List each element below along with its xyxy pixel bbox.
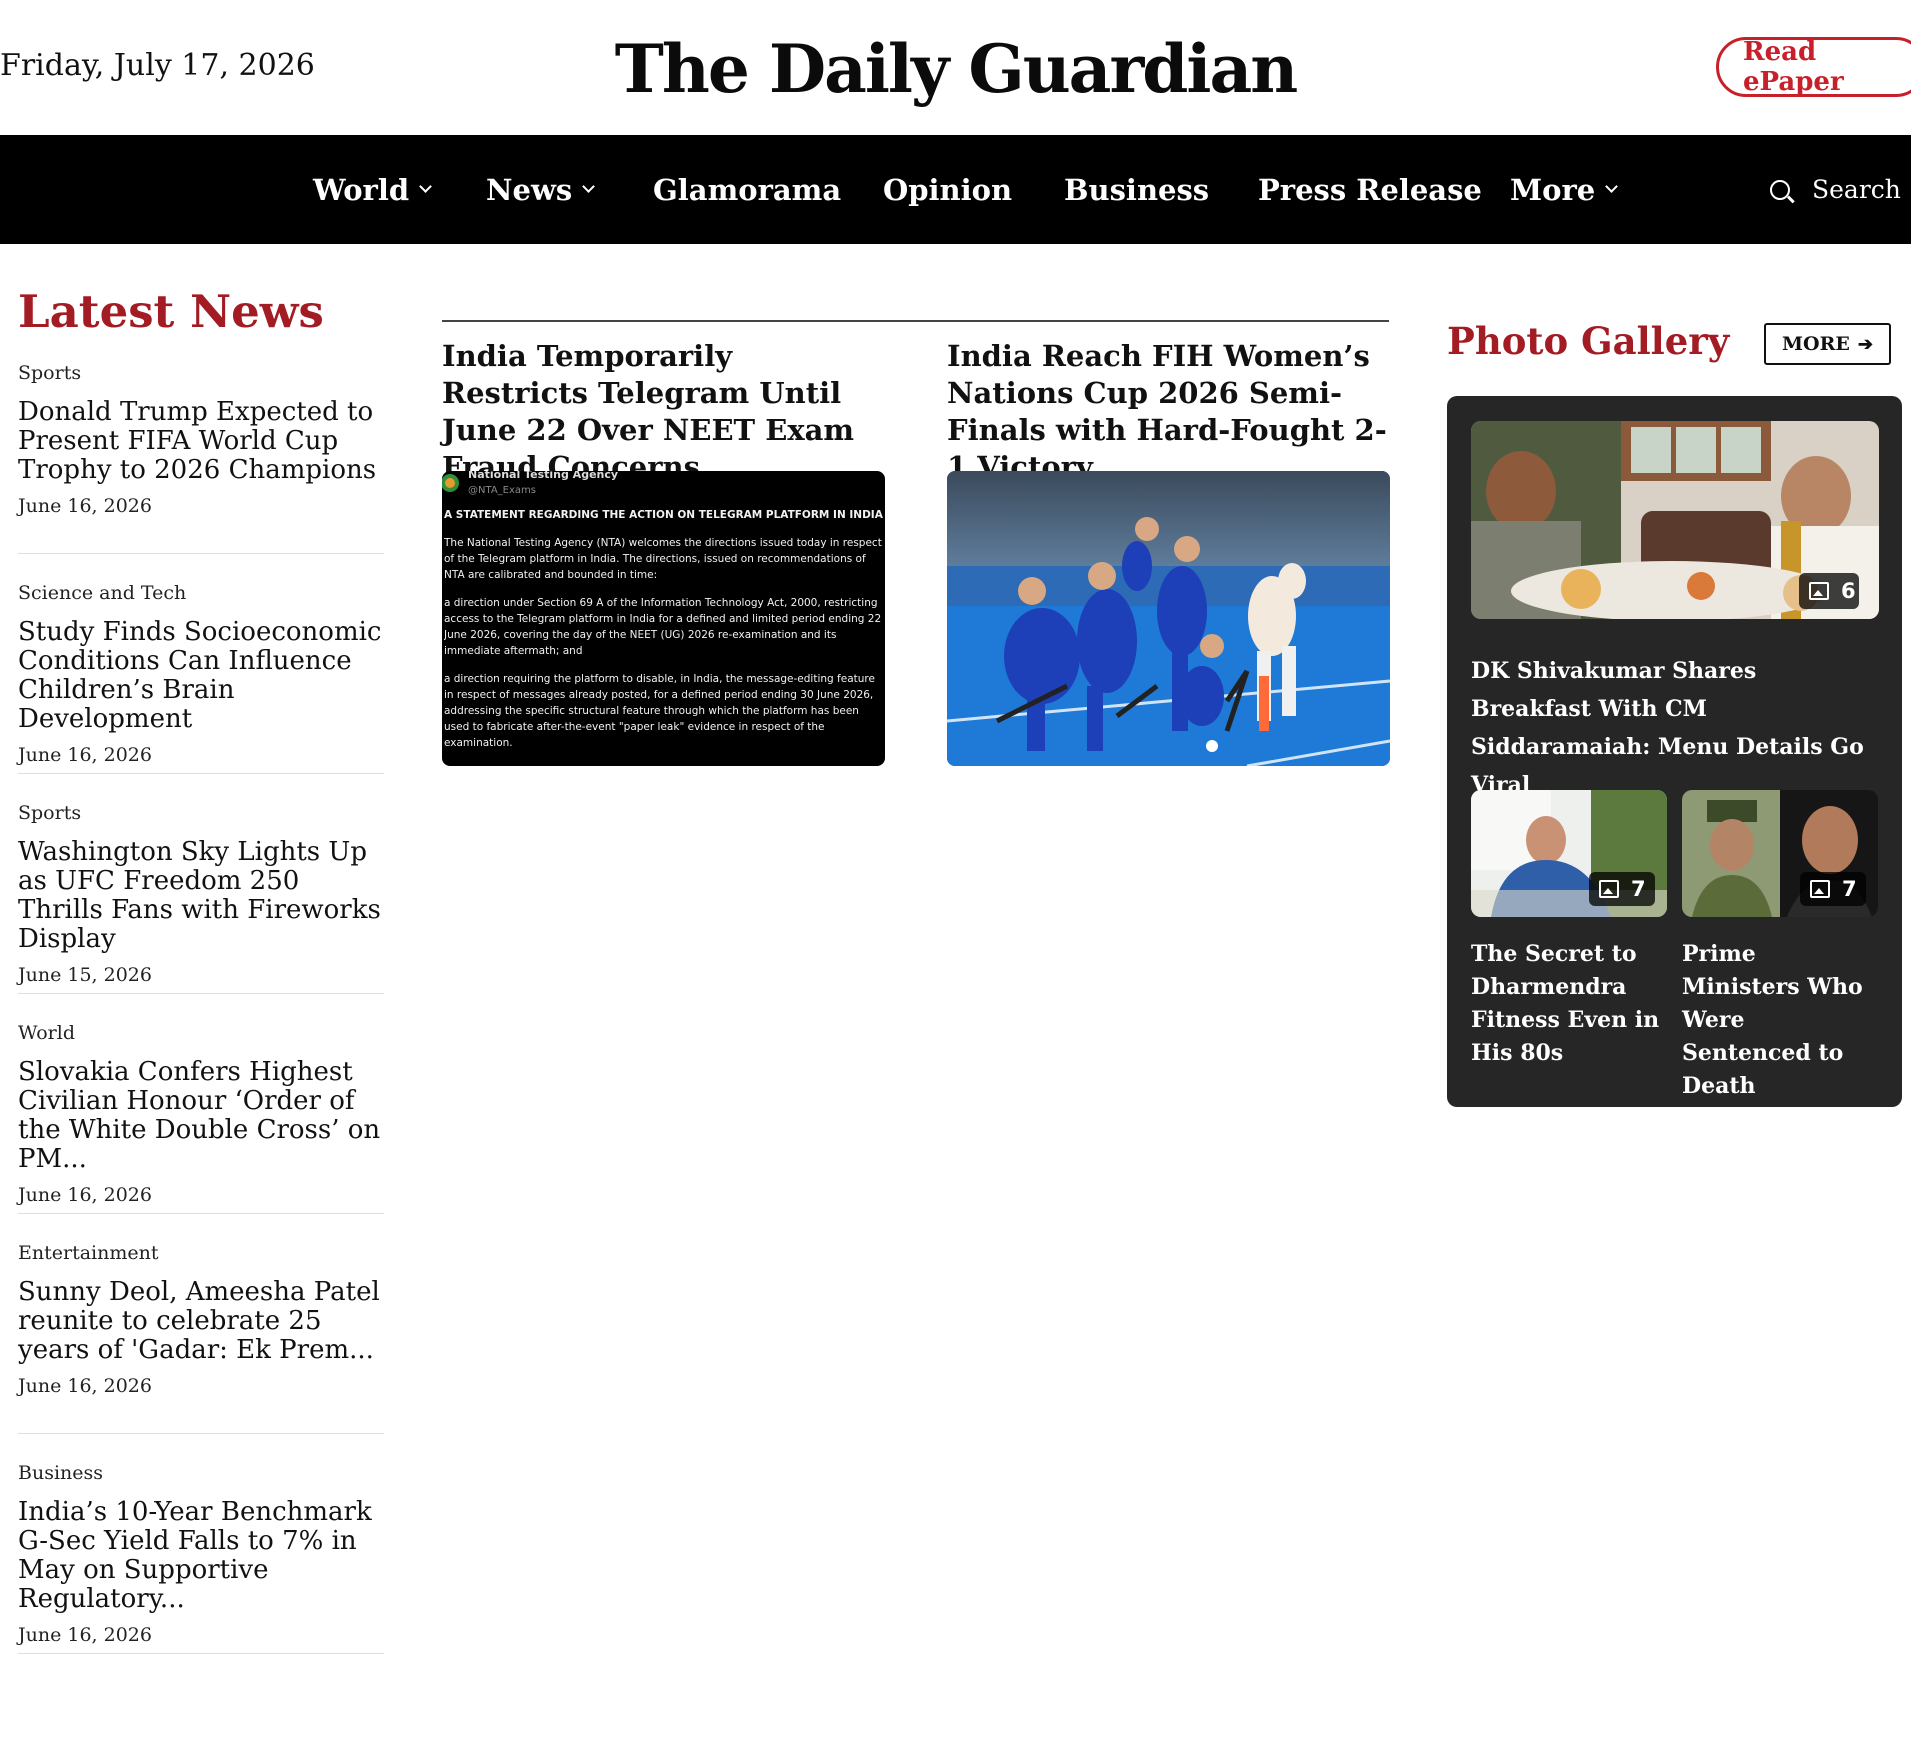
photo-count: 7 — [1631, 877, 1646, 901]
nav-item-world[interactable]: World — [313, 135, 432, 244]
statement-paragraph: a direction under Section 69 A of the In… — [444, 597, 882, 657]
featured-article: India Temporarily Restricts Telegram Unt… — [442, 338, 885, 766]
latest-news-item: Sports Donald Trump Expected to Present … — [18, 362, 384, 554]
gallery-thumb-headline-link[interactable]: The Secret to Dharmendra Fitness Even in… — [1471, 938, 1667, 1070]
image-icon — [1809, 582, 1829, 600]
photo-count-badge: 6 — [1799, 573, 1859, 609]
nav-item-press-release[interactable]: Press Release — [1258, 135, 1482, 244]
main-nav: World News Glamorama Opinion Business Pr… — [0, 135, 1911, 244]
photo-gallery-heading: Photo Gallery — [1447, 319, 1730, 363]
category-link[interactable]: Entertainment — [18, 1242, 384, 1264]
nav-label: Press Release — [1258, 172, 1482, 207]
tweet-account: National Testing Agency — [468, 471, 618, 481]
nav-item-glamorama[interactable]: Glamorama — [653, 135, 841, 244]
article-date: June 16, 2026 — [18, 744, 152, 766]
category-link[interactable]: Sports — [18, 802, 384, 824]
gallery-main-image[interactable]: 6 — [1471, 421, 1879, 619]
chevron-down-icon — [582, 180, 596, 193]
gallery-thumb-prime-ministers[interactable]: 7 — [1682, 790, 1878, 917]
headline-link[interactable]: Sunny Deol, Ameesha Patel reunite to cel… — [18, 1278, 384, 1365]
nav-label: World — [313, 172, 410, 207]
category-link[interactable]: Science and Tech — [18, 582, 384, 604]
image-icon — [1599, 880, 1619, 898]
more-label: MORE — [1782, 333, 1850, 355]
search-label: Search — [1812, 175, 1901, 204]
statement-paragraph: a direction requiring the platform to di… — [444, 673, 875, 749]
latest-news-item: Entertainment Sunny Deol, Ameesha Patel … — [18, 1242, 384, 1434]
nav-label: News — [486, 172, 573, 207]
image-icon — [1810, 880, 1830, 898]
latest-news-item: Science and Tech Study Finds Socioeconom… — [18, 582, 384, 774]
arrow-right-icon: ➔ — [1857, 333, 1873, 355]
nav-item-business[interactable]: Business — [1064, 135, 1209, 244]
nav-item-news[interactable]: News — [486, 135, 596, 244]
nav-item-more[interactable]: More — [1510, 135, 1619, 244]
nav-item-opinion[interactable]: Opinion — [883, 135, 1012, 244]
headline-link[interactable]: Washington Sky Lights Up as UFC Freedom … — [18, 838, 384, 954]
category-link[interactable]: World — [18, 1022, 384, 1044]
latest-news-item: Sports Washington Sky Lights Up as UFC F… — [18, 802, 384, 994]
search-button[interactable]: Search — [1770, 135, 1901, 244]
chevron-down-icon — [1605, 180, 1619, 193]
nav-label: Glamorama — [653, 172, 842, 207]
photo-count-badge: 7 — [1800, 872, 1866, 906]
gallery-thumb-dharmendra[interactable]: 7 — [1471, 790, 1667, 917]
headline-link[interactable]: India’s 10-Year Benchmark G-Sec Yield Fa… — [18, 1498, 384, 1614]
section-divider — [442, 320, 1389, 322]
statement-heading: A STATEMENT REGARDING THE ACTION ON TELE… — [444, 509, 883, 521]
featured-headline-link[interactable]: India Temporarily Restricts Telegram Unt… — [442, 338, 885, 486]
search-icon — [1770, 179, 1790, 200]
article-date: June 16, 2026 — [18, 1375, 152, 1397]
photo-count-badge: 7 — [1589, 872, 1655, 906]
nav-label: More — [1510, 172, 1596, 207]
photo-gallery-panel: 6 DK Shivakumar Shares Breakfast With CM… — [1447, 396, 1902, 1107]
featured-image-nta-statement[interactable]: National Testing Agency @NTA_Exams A STA… — [442, 471, 885, 766]
latest-news-heading: Latest News — [18, 285, 324, 338]
category-link[interactable]: Sports — [18, 362, 384, 384]
article-date: June 16, 2026 — [18, 495, 152, 517]
gallery-main-headline-link[interactable]: DK Shivakumar Shares Breakfast With CM S… — [1471, 652, 1881, 804]
nav-label: Opinion — [883, 172, 1013, 207]
headline-link[interactable]: Donald Trump Expected to Present FIFA Wo… — [18, 398, 384, 485]
gallery-thumb-headline-link[interactable]: Prime Ministers Who Were Sentenced to De… — [1682, 938, 1878, 1103]
statement-paragraph: The National Testing Agency (NTA) welcom… — [444, 537, 882, 581]
article-date: June 16, 2026 — [18, 1184, 152, 1206]
featured-headline-link[interactable]: India Reach FIH Women’s Nations Cup 2026… — [947, 338, 1390, 486]
site-logo[interactable]: The Daily Guardian — [0, 30, 1911, 108]
gallery-more-button[interactable]: MORE ➔ — [1764, 323, 1891, 365]
category-link[interactable]: Business — [18, 1462, 384, 1484]
latest-news-item: Business India’s 10-Year Benchmark G-Sec… — [18, 1462, 384, 1654]
latest-news-item: World Slovakia Confers Highest Civilian … — [18, 1022, 384, 1214]
nav-label: Business — [1064, 172, 1210, 207]
headline-link[interactable]: Study Finds Socioeconomic Conditions Can… — [18, 618, 384, 734]
article-date: June 16, 2026 — [18, 1624, 152, 1646]
headline-link[interactable]: Slovakia Confers Highest Civilian Honour… — [18, 1058, 384, 1174]
site-header: Friday, July 17, 2026 The Daily Guardian… — [0, 0, 1911, 135]
read-epaper-button[interactable]: Read ePaper — [1716, 37, 1911, 97]
photo-count: 7 — [1842, 877, 1857, 901]
photo-count: 6 — [1841, 579, 1856, 603]
featured-image-hockey[interactable] — [947, 471, 1390, 766]
tweet-handle: @NTA_Exams — [468, 485, 536, 496]
article-date: June 15, 2026 — [18, 964, 152, 986]
chevron-down-icon — [419, 180, 432, 193]
featured-article: India Reach FIH Women’s Nations Cup 2026… — [947, 338, 1390, 766]
